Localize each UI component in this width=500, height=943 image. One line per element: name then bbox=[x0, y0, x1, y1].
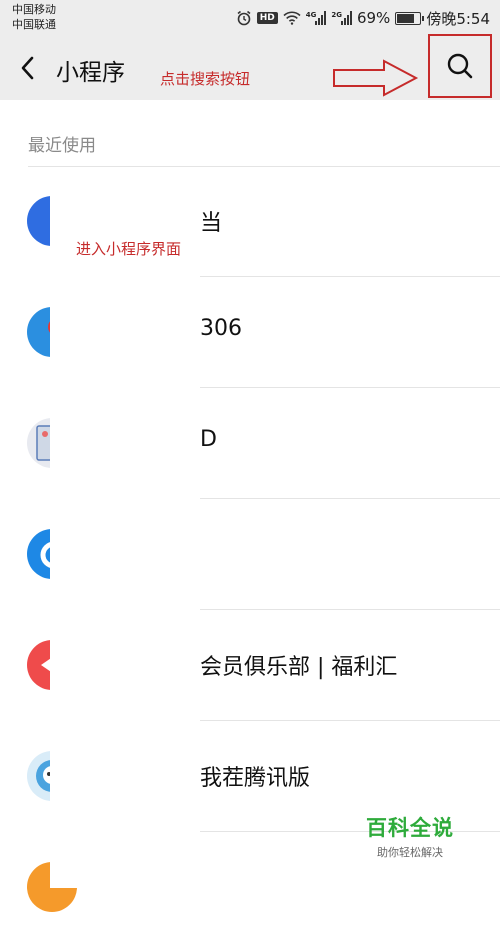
list-item-label: 会员俱乐部 | 福利汇 bbox=[200, 655, 398, 680]
section-recently-used: 最近使用 bbox=[28, 136, 96, 156]
status-indicators: HD 4G 2G 69% 傍晚5:54 bbox=[236, 7, 490, 29]
search-button[interactable] bbox=[428, 34, 492, 98]
app-header: 小程序 点击搜索按钮 bbox=[0, 34, 500, 100]
status-bar: 中国移动 中国联通 HD 4G 2G 69% 傍晚5:54 bbox=[0, 0, 500, 36]
signal-2g-icon: 2G bbox=[331, 11, 352, 25]
chevron-left-icon bbox=[21, 56, 34, 80]
network-type-4g: 4G bbox=[305, 11, 317, 19]
watermark-logo: 百科全说 助你轻松解决 bbox=[350, 812, 470, 860]
clock: 傍晚5:54 bbox=[426, 9, 490, 28]
enter-annotation: 进入小程序界面 bbox=[76, 240, 182, 258]
search-annotation: 点击搜索按钮 bbox=[160, 70, 251, 88]
search-icon bbox=[447, 53, 473, 79]
list-item-label: 当 bbox=[200, 211, 223, 236]
list-item-label: 我茬腾讯版 bbox=[200, 766, 311, 791]
list-item-label: 306 bbox=[200, 316, 242, 341]
back-button[interactable] bbox=[16, 54, 40, 82]
battery-percent: 69% bbox=[356, 9, 391, 27]
alarm-icon bbox=[236, 10, 252, 26]
signal-4g-icon: 4G bbox=[306, 11, 327, 25]
network-type-2g: 2G bbox=[331, 11, 342, 19]
hd-icon: HD bbox=[256, 12, 278, 24]
carrier-primary: 中国移动 bbox=[12, 3, 56, 16]
list-item-label: D bbox=[200, 427, 217, 452]
carrier-secondary: 中国联通 bbox=[12, 18, 56, 31]
overlay-panel bbox=[50, 188, 200, 888]
watermark-title: 百科全说 bbox=[366, 816, 454, 840]
page-title: 小程序 bbox=[56, 60, 125, 86]
wifi-icon bbox=[283, 11, 301, 25]
arrow-annotation-icon bbox=[333, 59, 419, 97]
watermark-subtitle: 助你轻松解决 bbox=[377, 846, 443, 859]
battery-icon bbox=[395, 11, 425, 25]
